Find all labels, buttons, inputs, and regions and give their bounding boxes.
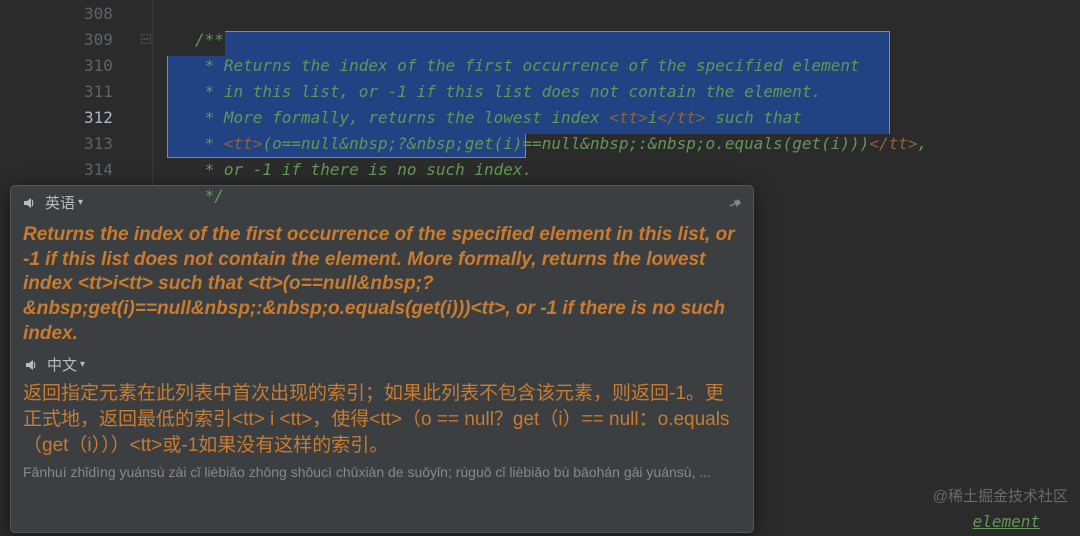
translation-popup: 英语 ▾ Returns the index of the first occu…	[10, 185, 754, 533]
pin-icon[interactable]	[727, 195, 743, 211]
code-line[interactable]: 311 * in this list, or -1 if this list d…	[0, 78, 1080, 104]
code-line[interactable]: 309 /**	[0, 26, 1080, 52]
line-number: 313	[0, 134, 145, 153]
source-language-dropdown[interactable]: 英语 ▾	[45, 192, 83, 213]
code-line[interactable]: 308	[0, 0, 1080, 26]
target-language-dropdown[interactable]: 中文 ▾	[47, 354, 85, 375]
line-number: 309	[0, 30, 145, 49]
code-line[interactable]: 314 * or -1 if there is no such index.	[0, 156, 1080, 182]
code-editor[interactable]: 308 309 /** 310 * Returns the index of t…	[0, 0, 1080, 185]
popup-header-target: 中文 ▾	[23, 354, 741, 375]
translation-target-text: 返回指定元素在此列表中首次出现的索引；如果此列表不包含该元素，则返回-1。更正式…	[23, 381, 741, 458]
code-line[interactable]: 313 * <tt>(o==null&nbsp;?&nbsp;get(i)==n…	[0, 130, 1080, 156]
line-number: 314	[0, 160, 145, 179]
speaker-icon[interactable]	[21, 195, 37, 211]
code-line[interactable]: 310 * Returns the index of the first occ…	[0, 52, 1080, 78]
speaker-icon[interactable]	[23, 357, 39, 373]
translation-source-text: Returns the index of the first occurrenc…	[23, 223, 741, 346]
line-number: 308	[0, 4, 145, 23]
line-number: 312	[0, 108, 145, 127]
code-hint: element	[973, 512, 1040, 531]
popup-header-source: 英语 ▾	[11, 186, 753, 217]
translation-pinyin: Fǎnhuí zhǐdìng yuánsù zài cǐ lièbiǎo zhō…	[23, 464, 741, 480]
code-line[interactable]: 312 * More formally, returns the lowest …	[0, 104, 1080, 130]
chevron-down-icon: ▾	[78, 197, 83, 208]
watermark: @稀土掘金技术社区	[933, 485, 1068, 506]
chevron-down-icon: ▾	[80, 359, 85, 370]
line-number: 311	[0, 82, 145, 101]
line-number: 310	[0, 56, 145, 75]
